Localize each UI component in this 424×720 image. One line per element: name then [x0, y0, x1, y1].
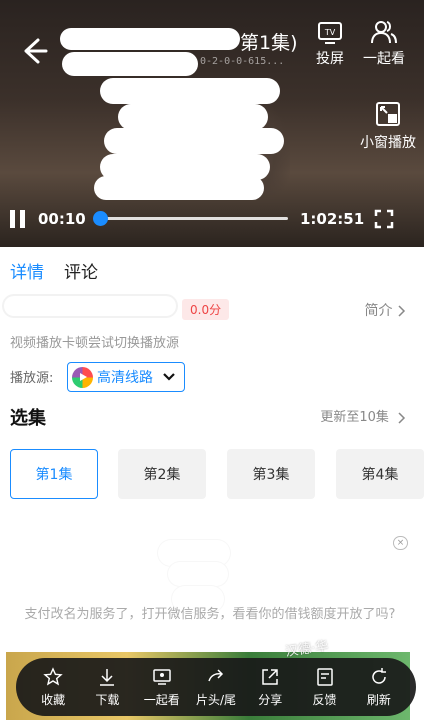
- episode-button[interactable]: 第3集: [227, 449, 315, 499]
- chevron-right-icon: [398, 411, 406, 424]
- ad-redaction: [168, 562, 228, 586]
- tab-details[interactable]: 详情: [10, 258, 44, 286]
- pip-label: 小窗播放: [360, 135, 416, 151]
- episode-title: 第1集): [240, 32, 298, 54]
- pause-icon[interactable]: [10, 210, 26, 228]
- video-player[interactable]: 第1集) 0-2-0-0-615... TV 投屏 一起看 小窗播放 00:10: [0, 0, 424, 247]
- tab-comments[interactable]: 评论: [64, 258, 98, 286]
- watch-together-icon: [152, 668, 171, 685]
- feedback-label: 反馈: [312, 692, 337, 707]
- video-meta: 0-2-0-0-615...: [200, 56, 285, 67]
- svg-text:TV: TV: [324, 28, 336, 37]
- redaction: [118, 104, 268, 130]
- redaction: [60, 28, 240, 50]
- people-icon: [371, 21, 397, 44]
- picture-in-picture-icon: [376, 102, 400, 126]
- refresh-icon: [372, 667, 386, 684]
- score-badge: 0.0分: [182, 299, 230, 320]
- source-label: 播放源:: [10, 371, 54, 386]
- watch-together-label: 一起看: [143, 692, 180, 707]
- cast-label: 投屏: [316, 51, 344, 67]
- favorite-button[interactable]: 收藏: [29, 666, 77, 708]
- redaction: [94, 176, 264, 200]
- favorite-label: 收藏: [41, 692, 66, 707]
- playback-tip: 视频播放卡顿尝试切换播放源: [10, 336, 180, 351]
- share-label: 分享: [258, 692, 283, 707]
- episode-button[interactable]: 第1集: [10, 449, 98, 499]
- bottom-action-bar: 收藏 下载 一起看 片头/尾 分享 反馈 刷新: [16, 658, 416, 716]
- redaction: [62, 52, 198, 76]
- chevron-down-icon: [163, 373, 175, 381]
- watch-together-button[interactable]: 一起看: [138, 667, 186, 708]
- feedback-button[interactable]: 反馈: [301, 667, 349, 708]
- cast-button[interactable]: TV 投屏: [302, 18, 358, 68]
- detail-tabs: 详情 评论: [10, 258, 98, 286]
- episode-button[interactable]: 第4集: [336, 449, 424, 499]
- download-button[interactable]: 下载: [83, 667, 131, 708]
- episodes-heading: 选集: [10, 408, 46, 429]
- source-logo-icon: [72, 366, 93, 388]
- progress-bar[interactable]: [92, 211, 288, 226]
- feedback-icon: [316, 667, 333, 686]
- watch-together-top-button[interactable]: 一起看: [356, 18, 412, 68]
- skip-icon: [208, 668, 224, 681]
- current-time: 00:10: [38, 210, 86, 228]
- episode-button[interactable]: 第2集: [118, 449, 206, 499]
- fullscreen-icon[interactable]: [374, 209, 394, 229]
- download-label: 下载: [95, 692, 120, 707]
- pip-button[interactable]: 小窗播放: [356, 100, 420, 152]
- share-icon: [262, 668, 279, 685]
- skip-intro-label: 片头/尾: [195, 692, 236, 707]
- intro-link[interactable]: 简介: [365, 300, 406, 320]
- refresh-label: 刷新: [366, 692, 391, 707]
- show-title-redacted: [4, 296, 176, 316]
- ad-close-button[interactable]: ×: [393, 536, 408, 550]
- update-info[interactable]: 更新至10集: [320, 406, 406, 425]
- refresh-button[interactable]: 刷新: [355, 667, 403, 708]
- back-arrow-icon[interactable]: [18, 36, 48, 66]
- redaction: [100, 78, 280, 104]
- download-icon: [100, 668, 115, 686]
- total-time: 1:02:51: [300, 210, 365, 228]
- source-select[interactable]: 高清线路: [67, 362, 185, 392]
- watch-together-label: 一起看: [363, 51, 405, 67]
- share-button[interactable]: 分享: [246, 667, 294, 708]
- player-controls: 00:10 1:02:51: [0, 205, 424, 235]
- tv-cast-icon: TV: [318, 22, 342, 44]
- update-info-label: 更新至10集: [320, 410, 389, 425]
- skip-intro-button[interactable]: 片头/尾: [192, 667, 240, 708]
- chevron-right-icon: [398, 305, 406, 317]
- source-value: 高清线路: [97, 370, 153, 386]
- progress-knob[interactable]: [92, 211, 108, 226]
- star-icon: [43, 666, 63, 685]
- ad-text[interactable]: 支付改名为服务了，打开微信服务，看看你的借钱额度开放了吗?: [10, 606, 410, 624]
- redaction: [104, 128, 284, 154]
- intro-label: 简介: [364, 303, 393, 319]
- episode-list: 第1集 第2集 第3集 第4集: [10, 449, 424, 499]
